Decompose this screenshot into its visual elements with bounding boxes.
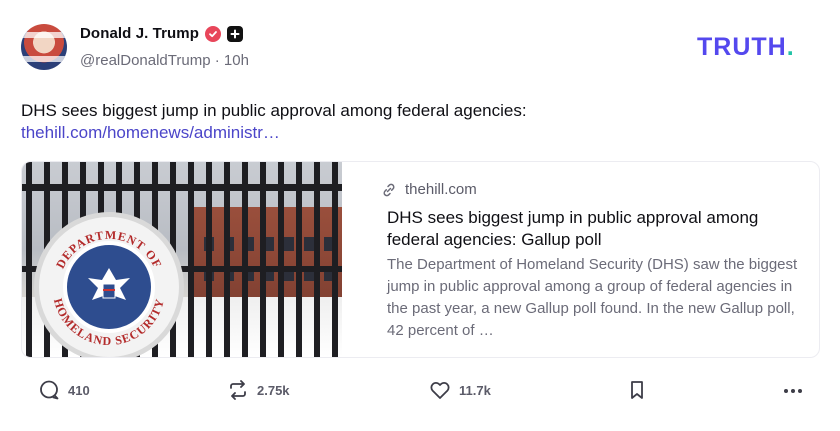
separator: · bbox=[214, 52, 224, 69]
like-count: 11.7k bbox=[459, 382, 491, 398]
logo-dot: . bbox=[786, 33, 795, 61]
seal-bottom-text: HOMELAND SECURITY bbox=[51, 297, 166, 349]
verified-badge-icon bbox=[205, 25, 222, 42]
retruth-button[interactable]: 2.75k bbox=[227, 379, 290, 401]
post-link[interactable]: thehill.com/homenews/administr… bbox=[21, 123, 280, 143]
heart-icon bbox=[429, 379, 451, 401]
author-handle[interactable]: @realDonaldTrump bbox=[80, 52, 211, 69]
link-preview-card[interactable]: DEPARTMENT OF HOMELAND SECURITY thehill.… bbox=[21, 161, 820, 358]
more-options-button[interactable] bbox=[781, 379, 805, 401]
bookmark-button[interactable] bbox=[626, 379, 648, 401]
author-handle-row: @realDonaldTrump · 10h bbox=[80, 52, 249, 69]
reply-count: 410 bbox=[68, 382, 90, 398]
more-icon bbox=[781, 379, 805, 401]
author-row: Donald J. Trump bbox=[80, 25, 244, 42]
avatar[interactable] bbox=[21, 24, 67, 70]
repost-icon bbox=[227, 379, 249, 401]
like-button[interactable]: 11.7k bbox=[429, 379, 491, 401]
svg-text:HOMELAND SECURITY: HOMELAND SECURITY bbox=[51, 297, 167, 349]
plus-box-icon bbox=[227, 25, 244, 42]
post-text: DHS sees biggest jump in public approval… bbox=[21, 101, 527, 120]
truth-logo[interactable]: TRUTH. bbox=[697, 33, 795, 62]
seal-top-text: DEPARTMENT OF bbox=[53, 228, 164, 271]
card-source: thehill.com bbox=[405, 181, 477, 198]
logo-text: TRUTH bbox=[697, 33, 787, 61]
bookmark-icon bbox=[626, 379, 648, 401]
retruth-count: 2.75k bbox=[257, 382, 290, 398]
card-description: The Department of Homeland Security (DHS… bbox=[387, 256, 798, 339]
post-time[interactable]: 10h bbox=[224, 52, 249, 69]
author-name[interactable]: Donald J. Trump bbox=[80, 25, 199, 42]
card-title[interactable]: DHS sees biggest jump in public approval… bbox=[387, 207, 807, 251]
link-icon bbox=[381, 182, 397, 198]
dhs-seal: DEPARTMENT OF HOMELAND SECURITY bbox=[34, 212, 184, 357]
comment-icon bbox=[38, 379, 60, 401]
seal-ring: DEPARTMENT OF HOMELAND SECURITY bbox=[51, 228, 167, 349]
card-source-row: thehill.com bbox=[381, 181, 477, 198]
svg-text:DEPARTMENT OF: DEPARTMENT OF bbox=[53, 228, 165, 271]
action-bar: 410 2.75k 11.7k bbox=[0, 379, 840, 409]
reply-button[interactable]: 410 bbox=[38, 379, 90, 401]
card-image: DEPARTMENT OF HOMELAND SECURITY bbox=[22, 162, 342, 357]
